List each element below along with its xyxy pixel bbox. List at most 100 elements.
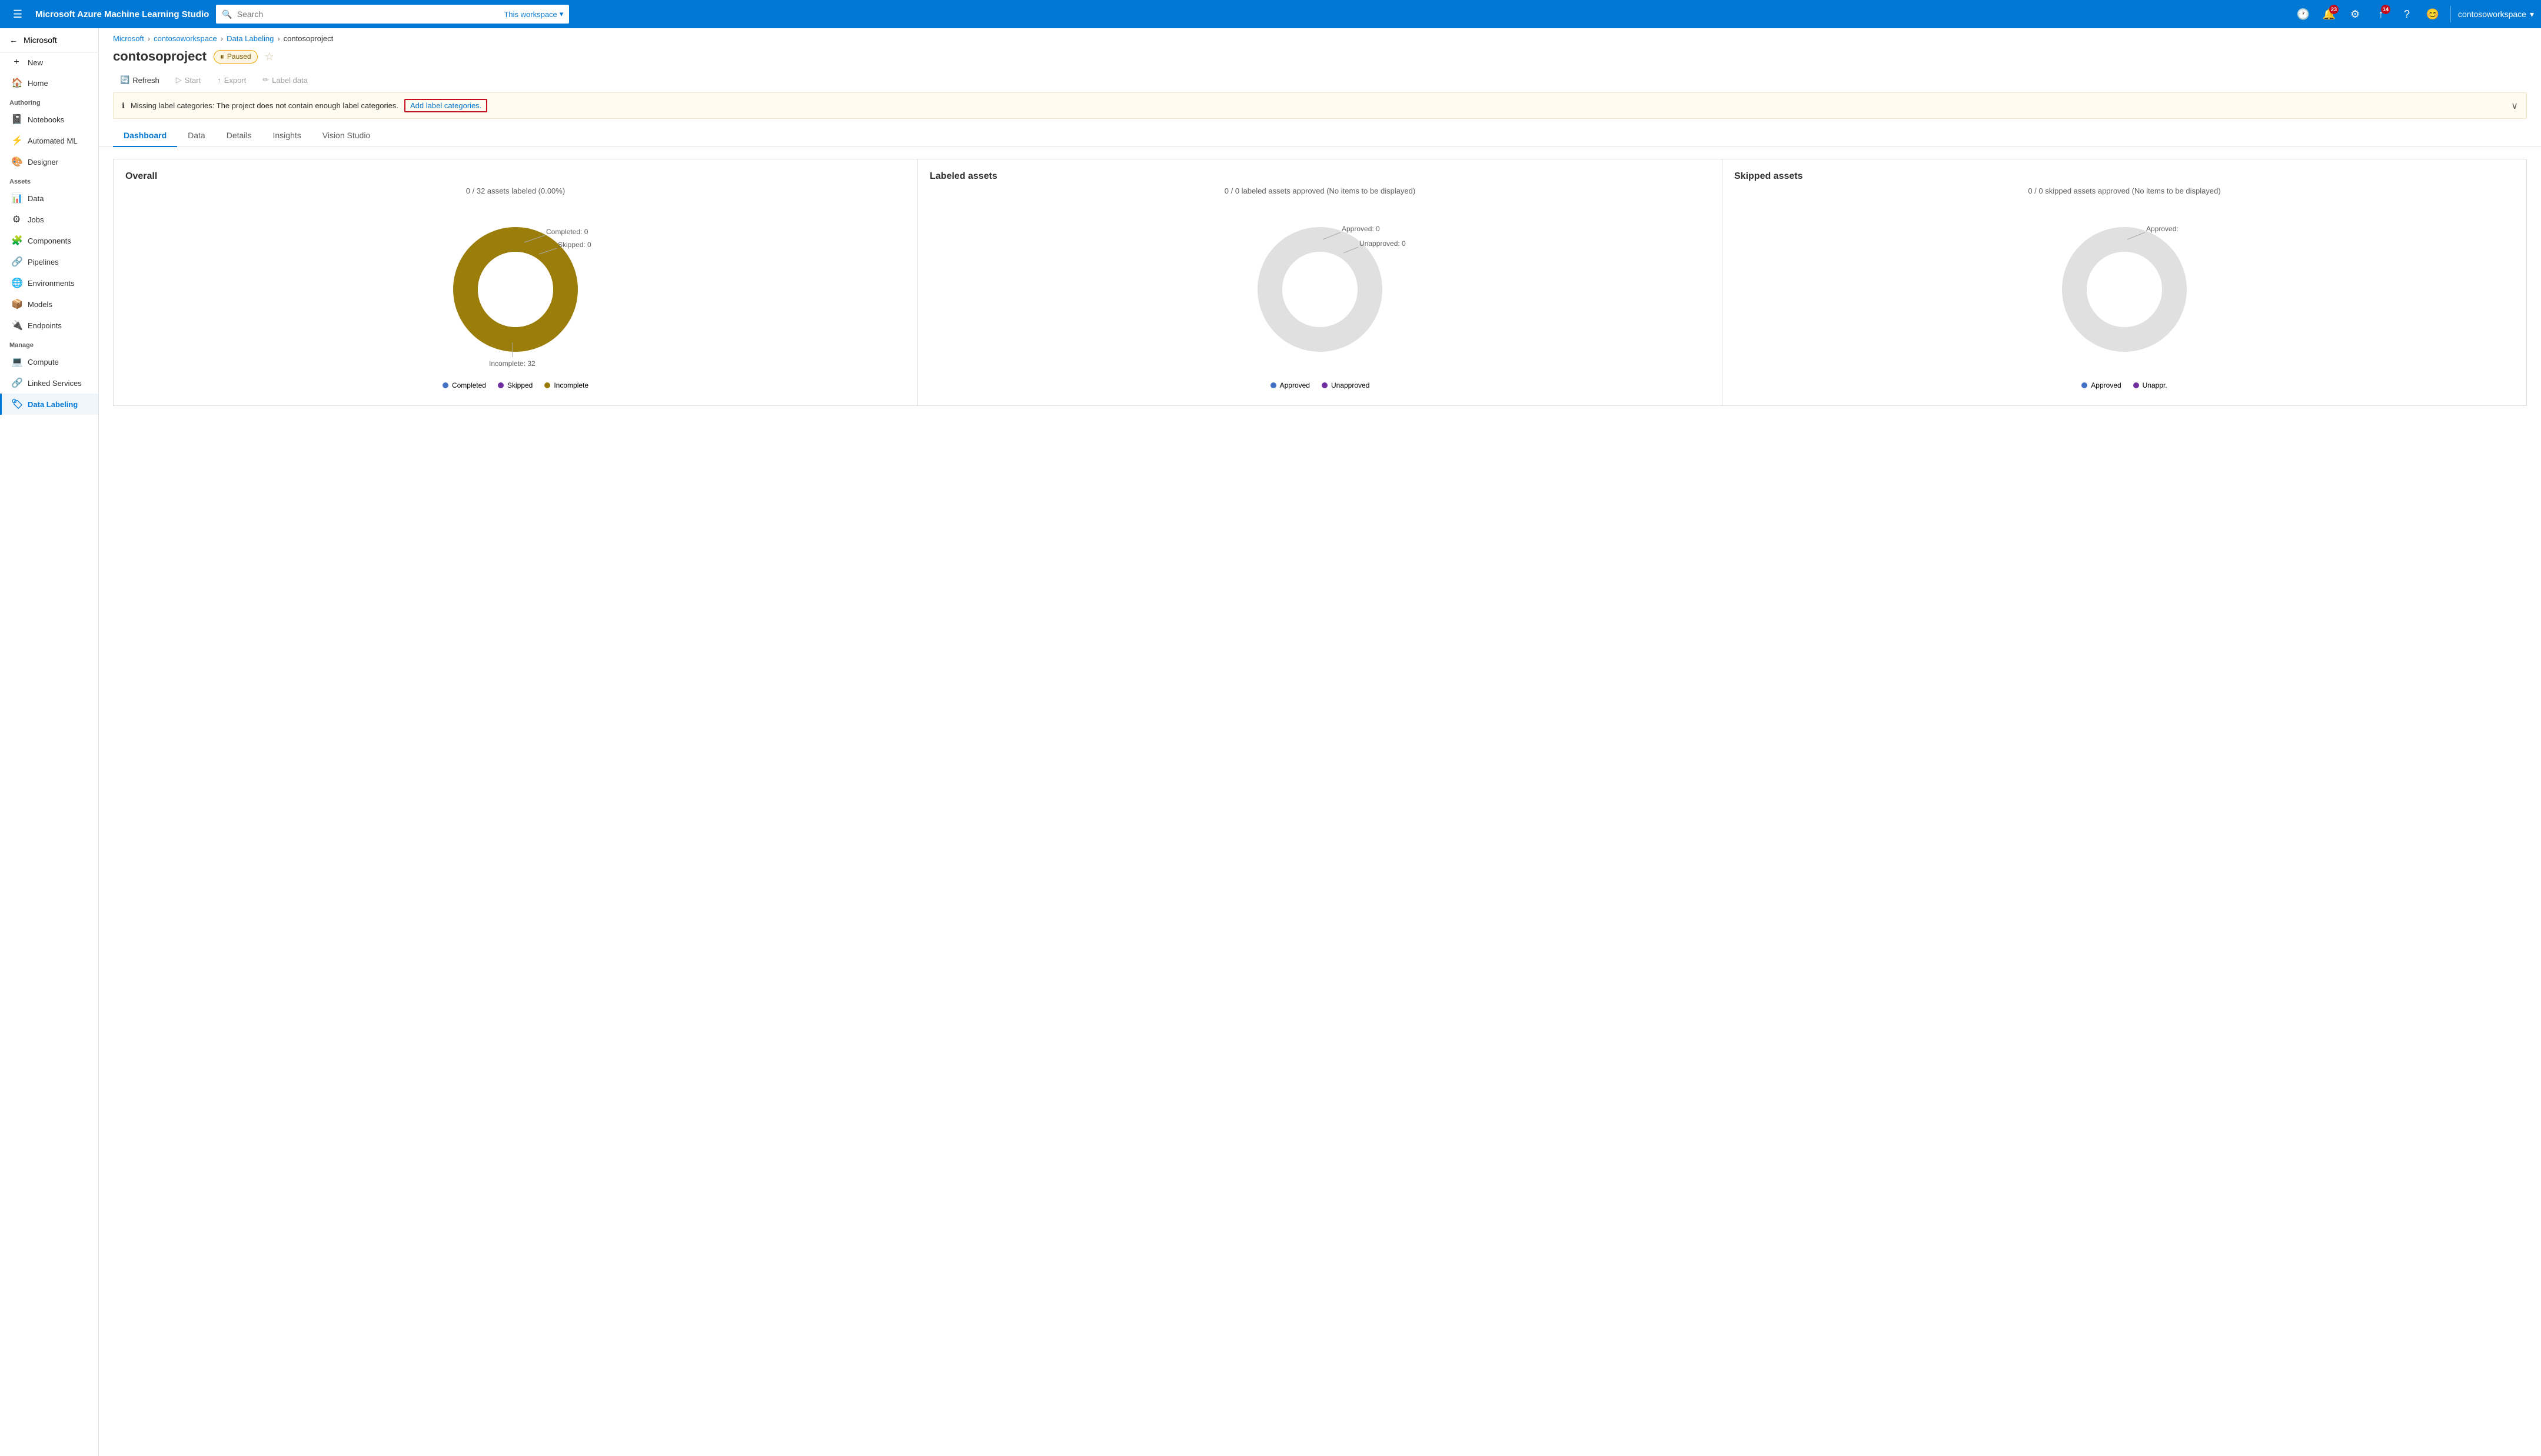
skipped-assets-title: Skipped assets	[1734, 171, 2515, 182]
sidebar-item-compute[interactable]: 💻 Compute	[0, 351, 98, 372]
label-data-button[interactable]: ✏ Label data	[255, 72, 315, 88]
breadcrumb: Microsoft › contosoworkspace › Data Labe…	[99, 28, 2541, 46]
breadcrumb-microsoft[interactable]: Microsoft	[113, 34, 144, 43]
tab-dashboard[interactable]: Dashboard	[113, 125, 177, 147]
skipped-approved-dot	[2081, 382, 2087, 388]
section-assets: Assets	[0, 172, 98, 188]
favorite-button[interactable]: ☆	[265, 51, 274, 63]
unapproved-dot	[1322, 382, 1328, 388]
breadcrumb-data-labeling[interactable]: Data Labeling	[227, 34, 274, 43]
endpoints-icon: 🔌	[11, 319, 22, 331]
data-labeling-icon: 🏷	[11, 398, 22, 410]
start-button[interactable]: ▷ Start	[169, 72, 208, 88]
overall-chart-title: Overall	[125, 171, 906, 182]
sidebar-item-home[interactable]: 🏠 Home	[0, 72, 98, 94]
svg-text:Approved:: Approved:	[2146, 225, 2179, 233]
labeled-assets-legend: Approved Unapproved	[930, 381, 1710, 389]
workspace-selector[interactable]: This workspace ▾	[504, 9, 563, 19]
clock-icon-button[interactable]: 🕐	[2293, 4, 2314, 25]
sidebar-item-linked-services[interactable]: 🔗 Linked Services	[0, 372, 98, 394]
status-text: Paused	[227, 52, 251, 61]
section-authoring: Authoring	[0, 94, 98, 109]
export-button[interactable]: ↑ Export	[210, 73, 253, 88]
home-icon: 🏠	[11, 77, 22, 89]
sidebar-item-automated-ml[interactable]: ⚡ Automated ML	[0, 130, 98, 151]
sidebar-item-new[interactable]: + New	[0, 52, 98, 72]
app-layout: ← Microsoft + New 🏠 Home Authoring 📓 Not…	[0, 28, 2541, 1456]
legend-unapproved: Unapproved	[1322, 381, 1369, 389]
models-label: Models	[28, 300, 52, 309]
sidebar-item-designer[interactable]: 🎨 Designer	[0, 151, 98, 172]
overall-chart-legend: Completed Skipped Incomplete	[125, 381, 906, 389]
skipped-assets-donut-container: Approved:	[1734, 207, 2515, 372]
labeled-assets-subtitle: 0 / 0 labeled assets approved (No items …	[930, 186, 1710, 195]
labeled-assets-donut-container: Approved: 0 Unapproved: 0	[930, 207, 1710, 372]
workspace-name-label[interactable]: contosoworkspace ▾	[2458, 9, 2534, 19]
add-label-categories-link[interactable]: Add label categories.	[404, 99, 487, 112]
sidebar-item-data-labeling[interactable]: 🏷 Data Labeling	[0, 394, 98, 415]
nav-divider	[2450, 6, 2451, 22]
sidebar-item-jobs[interactable]: ⚙ Jobs	[0, 209, 98, 230]
help-button[interactable]: ?	[2396, 4, 2417, 25]
tab-insights[interactable]: Insights	[262, 125, 312, 147]
search-box[interactable]: 🔍 This workspace ▾	[216, 5, 569, 24]
sidebar-item-models[interactable]: 📦 Models	[0, 294, 98, 315]
compute-icon: 💻	[11, 356, 22, 368]
pipelines-icon: 🔗	[11, 256, 22, 268]
pause-icon: ⏸	[220, 52, 224, 62]
tab-data[interactable]: Data	[177, 125, 216, 147]
skipped-approved-legend-label: Approved	[2091, 381, 2121, 389]
skipped-legend-label: Skipped	[507, 381, 533, 389]
overall-chart-card: Overall 0 / 32 assets labeled (0.00%) Co…	[113, 159, 918, 406]
sidebar-item-pipelines[interactable]: 🔗 Pipelines	[0, 251, 98, 272]
skipped-assets-chart-card: Skipped assets 0 / 0 skipped assets appr…	[1722, 159, 2527, 406]
export-icon: ↑	[217, 76, 221, 85]
completed-legend-label: Completed	[452, 381, 486, 389]
hamburger-menu-button[interactable]: ☰	[7, 4, 28, 25]
breadcrumb-current: contosoproject	[284, 34, 334, 43]
sidebar-microsoft-label: Microsoft	[24, 35, 57, 45]
sidebar-item-environments[interactable]: 🌐 Environments	[0, 272, 98, 294]
workspace-chevron-icon: ▾	[2530, 9, 2534, 19]
overall-donut-labels-svg: Completed: 0 Skipped: 0 Incomplete: 32	[421, 207, 610, 372]
skipped-assets-labels-svg: Approved:	[2030, 207, 2219, 372]
skipped-dot	[498, 382, 504, 388]
refresh-button[interactable]: 🔄 Refresh	[113, 72, 167, 88]
updates-button[interactable]: ↑ 14	[2370, 4, 2392, 25]
breadcrumb-sep1: ›	[148, 34, 150, 43]
labeled-assets-chart-card: Labeled assets 0 / 0 labeled assets appr…	[918, 159, 1722, 406]
jobs-label: Jobs	[28, 215, 44, 224]
breadcrumb-workspace[interactable]: contosoworkspace	[154, 34, 217, 43]
notifications-button[interactable]: 🔔 23	[2319, 4, 2340, 25]
updates-badge: 14	[2381, 5, 2390, 14]
sidebar-item-data[interactable]: 📊 Data	[0, 188, 98, 209]
sidebar-item-endpoints[interactable]: 🔌 Endpoints	[0, 315, 98, 336]
sidebar-item-notebooks[interactable]: 📓 Notebooks	[0, 109, 98, 130]
tab-details[interactable]: Details	[216, 125, 262, 147]
models-icon: 📦	[11, 298, 22, 310]
tab-vision-studio[interactable]: Vision Studio	[312, 125, 381, 147]
dashboard-content: Overall 0 / 32 assets labeled (0.00%) Co…	[99, 147, 2541, 418]
legend-skipped-approved: Approved	[2081, 381, 2121, 389]
settings-button[interactable]: ⚙	[2344, 4, 2366, 25]
components-icon: 🧩	[11, 235, 22, 246]
overall-donut-container: Completed: 0 Skipped: 0 Incomplete: 32	[125, 207, 906, 372]
components-label: Components	[28, 236, 71, 245]
svg-text:Unapproved: 0: Unapproved: 0	[1359, 239, 1406, 248]
notebooks-label: Notebooks	[28, 115, 64, 124]
sidebar-item-components[interactable]: 🧩 Components	[0, 230, 98, 251]
designer-label: Designer	[28, 158, 58, 166]
environments-icon: 🌐	[11, 277, 22, 289]
legend-approved: Approved	[1270, 381, 1310, 389]
skipped-unapproved-legend-label: Unappr.	[2143, 381, 2167, 389]
toolbar: 🔄 Refresh ▷ Start ↑ Export ✏ Label data	[99, 70, 2541, 92]
home-label: Home	[28, 79, 48, 88]
alert-message: Missing label categories: The project do…	[131, 101, 398, 110]
approved-legend-label: Approved	[1280, 381, 1310, 389]
search-input[interactable]	[237, 9, 500, 19]
alert-close-button[interactable]: ∨	[2511, 100, 2518, 112]
sidebar: ← Microsoft + New 🏠 Home Authoring 📓 Not…	[0, 28, 99, 1456]
unapproved-legend-label: Unapproved	[1331, 381, 1369, 389]
section-manage: Manage	[0, 336, 98, 351]
user-avatar-button[interactable]: 😊	[2422, 4, 2443, 25]
